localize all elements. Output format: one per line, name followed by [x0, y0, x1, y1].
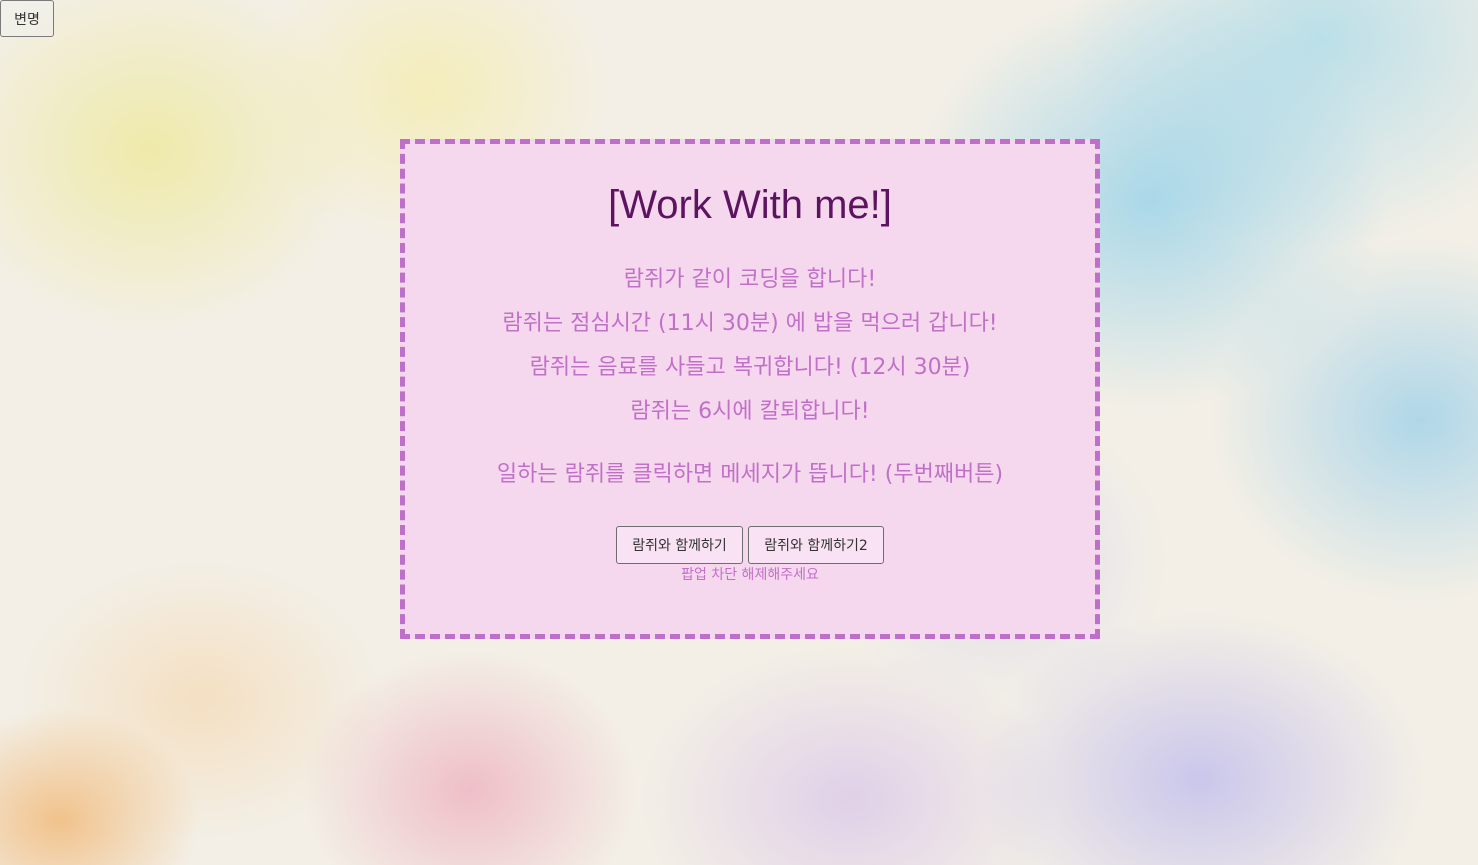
work-with-ramjwi-button[interactable]: 람쥐와 함께하기: [616, 526, 743, 564]
schedule-lines: 람쥐가 같이 코딩을 합니다! 람쥐는 점심시간 (11시 30분) 에 밥을 …: [405, 258, 1095, 434]
click-hint-text: 일하는 람쥐를 클릭하면 메세지가 뜹니다! (두번째버튼): [496, 462, 1004, 487]
page-title: [Work With me!]: [608, 183, 892, 227]
schedule-line-leave: 람쥐는 6시에 칼퇴합니다!: [630, 399, 870, 424]
button-group: 람쥐와 함께하기 람쥐와 함께하기2: [405, 526, 1095, 564]
popup-unblock-notice: 팝업 차단 해제해주세요: [681, 567, 819, 583]
schedule-line-coding: 람쥐가 같이 코딩을 합니다!: [623, 267, 877, 292]
work-with-me-card: [Work With me!] 람쥐가 같이 코딩을 합니다! 람쥐는 점심시간…: [400, 139, 1100, 639]
work-with-ramjwi-button-2[interactable]: 람쥐와 함께하기2: [748, 526, 884, 564]
schedule-line-return: 람쥐는 음료를 사들고 복귀합니다! (12시 30분): [529, 355, 971, 380]
schedule-line-lunch: 람쥐는 점심시간 (11시 30분) 에 밥을 먹으러 갑니다!: [502, 311, 998, 336]
excuse-button[interactable]: 변명: [0, 0, 54, 37]
